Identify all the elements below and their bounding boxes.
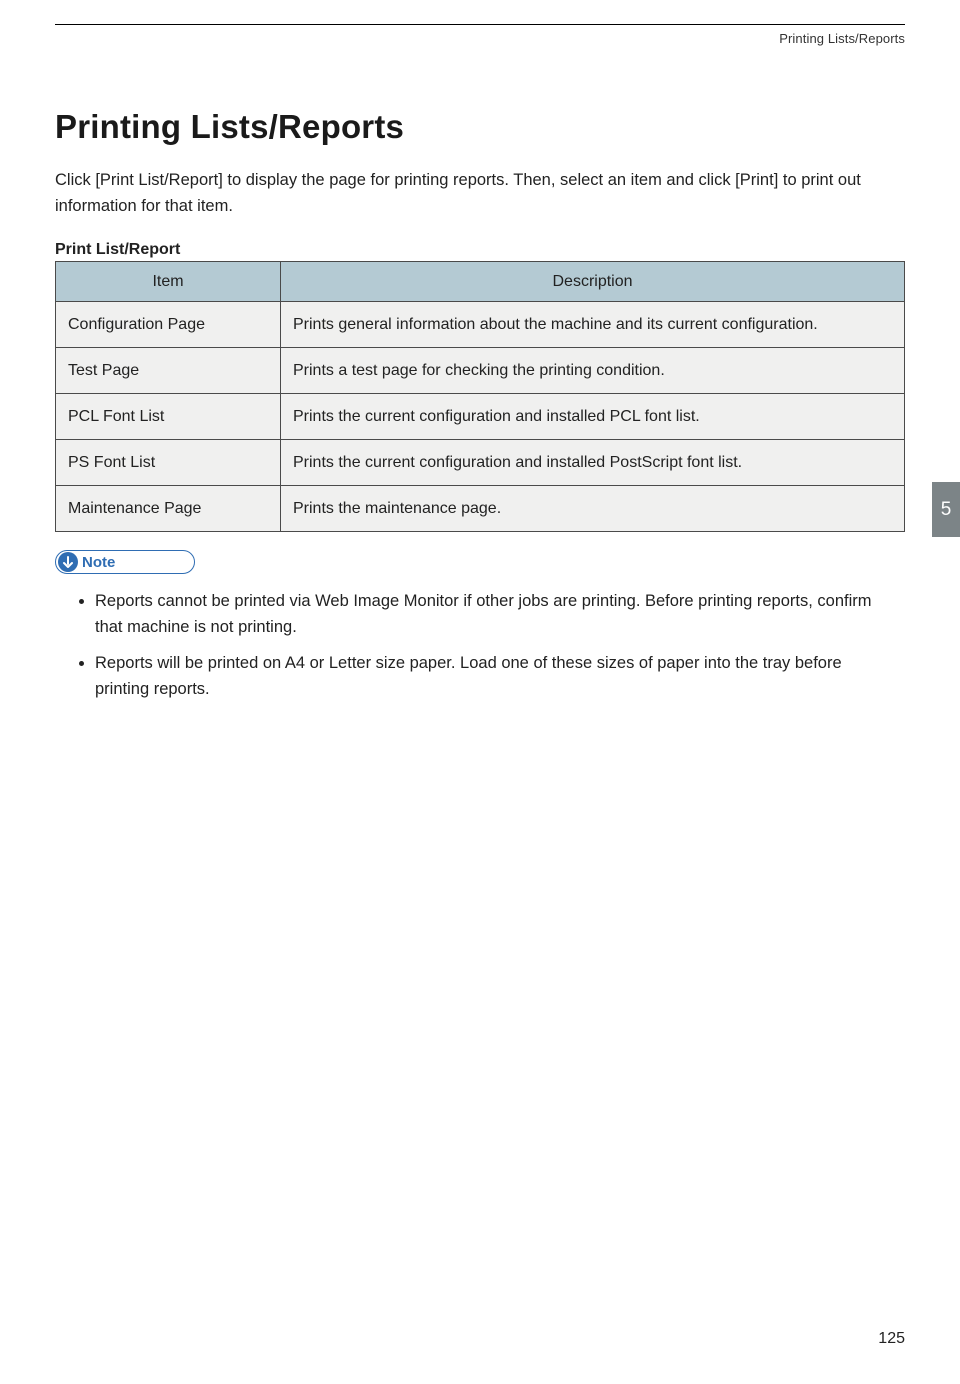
- page-title: Printing Lists/Reports: [55, 108, 905, 146]
- table-cell-desc: Prints a test page for checking the prin…: [281, 348, 905, 394]
- section-label: Print List/Report: [55, 241, 905, 259]
- running-head: Printing Lists/Reports: [55, 25, 905, 46]
- table-cell-item: Maintenance Page: [56, 486, 281, 532]
- table-header-description: Description: [281, 262, 905, 302]
- note-badge: Note: [55, 550, 195, 574]
- list-item: Reports cannot be printed via Web Image …: [95, 588, 905, 640]
- table-header-row: Item Description: [56, 262, 905, 302]
- intro-paragraph: Click [Print List/Report] to display the…: [55, 168, 905, 219]
- table-cell-item: PCL Font List: [56, 394, 281, 440]
- table-cell-desc: Prints the current configuration and ins…: [281, 440, 905, 486]
- table-row: Test Page Prints a test page for checkin…: [56, 348, 905, 394]
- report-table: Item Description Configuration Page Prin…: [55, 261, 905, 532]
- page-number: 125: [878, 1330, 905, 1348]
- table-row: PS Font List Prints the current configur…: [56, 440, 905, 486]
- table-row: PCL Font List Prints the current configu…: [56, 394, 905, 440]
- down-arrow-icon: [58, 552, 78, 572]
- list-item: Reports will be printed on A4 or Letter …: [95, 650, 905, 702]
- table-cell-item: PS Font List: [56, 440, 281, 486]
- table-row: Maintenance Page Prints the maintenance …: [56, 486, 905, 532]
- chapter-tab: 5: [932, 482, 960, 537]
- note-list: Reports cannot be printed via Web Image …: [95, 588, 905, 702]
- table-header-item: Item: [56, 262, 281, 302]
- table-cell-desc: Prints the maintenance page.: [281, 486, 905, 532]
- table-cell-desc: Prints the current configuration and ins…: [281, 394, 905, 440]
- table-row: Configuration Page Prints general inform…: [56, 302, 905, 348]
- table-cell-desc: Prints general information about the mac…: [281, 302, 905, 348]
- note-label: Note: [82, 554, 115, 571]
- table-cell-item: Configuration Page: [56, 302, 281, 348]
- table-cell-item: Test Page: [56, 348, 281, 394]
